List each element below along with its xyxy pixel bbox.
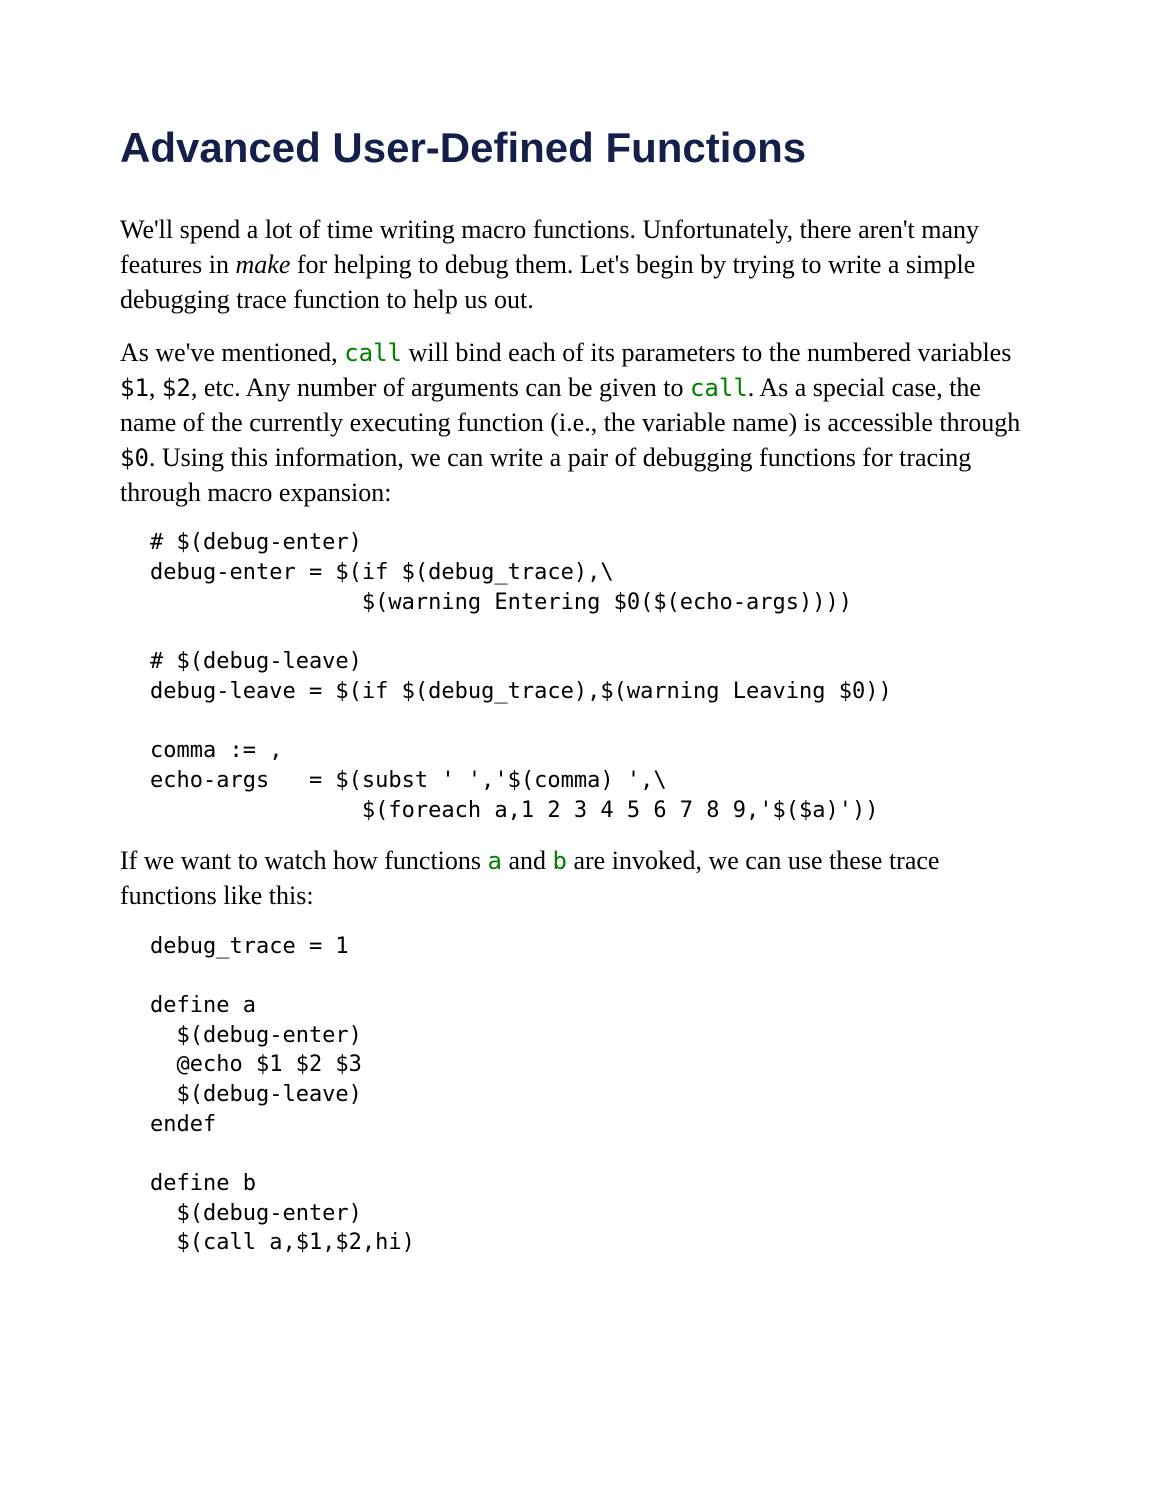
call-keyword: call bbox=[690, 374, 748, 402]
text: As we've mentioned, bbox=[120, 338, 344, 367]
text: . Using this information, we can write a… bbox=[120, 443, 971, 507]
text: , bbox=[149, 373, 162, 402]
make-term: make bbox=[236, 250, 291, 279]
var-0: $0 bbox=[120, 444, 149, 472]
var-1: $1 bbox=[120, 374, 149, 402]
function-a: a bbox=[488, 847, 502, 875]
function-b: b bbox=[553, 847, 567, 875]
paragraph-3: If we want to watch how functions a and … bbox=[120, 843, 1039, 913]
code-block-1: # $(debug-enter) debug-enter = $(if $(de… bbox=[150, 528, 1039, 825]
text: and bbox=[502, 846, 553, 875]
text: will bind each of its parameters to the … bbox=[402, 338, 1011, 367]
call-keyword: call bbox=[344, 339, 402, 367]
intro-paragraph-1: We'll spend a lot of time writing macro … bbox=[120, 212, 1039, 317]
intro-paragraph-2: As we've mentioned, call will bind each … bbox=[120, 335, 1039, 510]
code-block-2: debug_trace = 1 define a $(debug-enter) … bbox=[150, 932, 1039, 1259]
var-2: $2 bbox=[162, 374, 191, 402]
page-title: Advanced User-Defined Functions bbox=[120, 120, 1039, 177]
text: If we want to watch how functions bbox=[120, 846, 488, 875]
text: , etc. Any number of arguments can be gi… bbox=[191, 373, 690, 402]
